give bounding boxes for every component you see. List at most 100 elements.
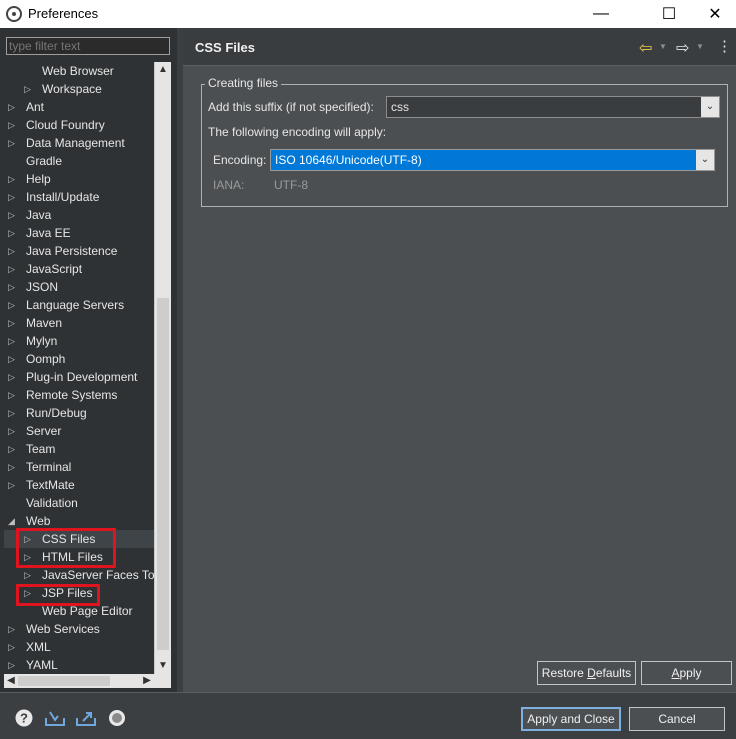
forward-dropdown-icon[interactable]: ▼ <box>696 42 704 51</box>
forward-arrow-icon[interactable]: ⇨ <box>676 38 689 58</box>
scroll-down-icon[interactable]: ▼ <box>155 658 171 674</box>
tree-item[interactable]: Gradle <box>4 152 154 170</box>
collapsed-chevron-icon[interactable]: ▷ <box>8 170 20 188</box>
close-button[interactable]: ✕ <box>692 0 736 28</box>
collapsed-chevron-icon[interactable]: ▷ <box>8 278 20 296</box>
tree-item[interactable]: ▷ Team <box>4 440 154 458</box>
tree-item[interactable]: ▷ Remote Systems <box>4 386 154 404</box>
tree-item[interactable]: ▷ Maven <box>4 314 154 332</box>
tree-item[interactable]: ▷ Help <box>4 170 154 188</box>
collapsed-chevron-icon[interactable]: ▷ <box>8 260 20 278</box>
tree-item-label: Plug-in Development <box>26 370 138 384</box>
restore-suffix: efaults <box>595 666 632 680</box>
collapsed-chevron-icon[interactable]: ▷ <box>8 386 20 404</box>
collapsed-chevron-icon[interactable]: ▷ <box>8 422 20 440</box>
collapsed-chevron-icon[interactable]: ▷ <box>8 638 20 656</box>
tree-item[interactable]: ▷ Run/Debug <box>4 404 154 422</box>
filter-input[interactable] <box>6 37 170 55</box>
tree-item[interactable]: ▷ Ant <box>4 98 154 116</box>
tree-item[interactable]: ▷ JavaScript <box>4 260 154 278</box>
help-icon[interactable]: ? <box>15 709 33 727</box>
back-dropdown-icon[interactable]: ▼ <box>659 42 667 51</box>
tree-item[interactable]: ▷ Java EE <box>4 224 154 242</box>
collapsed-chevron-icon[interactable]: ▷ <box>8 350 20 368</box>
back-arrow-icon[interactable]: ⇦ <box>639 38 652 58</box>
collapsed-chevron-icon[interactable]: ▷ <box>8 206 20 224</box>
collapsed-chevron-icon[interactable]: ▷ <box>8 620 20 638</box>
collapsed-chevron-icon[interactable]: ▷ <box>8 116 20 134</box>
tree-item-label: Oomph <box>26 352 66 366</box>
minimize-button[interactable]: — <box>578 0 624 28</box>
tree-item[interactable]: ▷ Java <box>4 206 154 224</box>
tree-item[interactable]: Web Browser <box>4 62 154 80</box>
tree-vertical-scrollbar[interactable]: ▲ ▼ <box>154 62 171 674</box>
suffix-value: css <box>391 100 409 114</box>
suffix-combo[interactable]: css ⌄ <box>386 96 720 118</box>
tree-item-label: Web Browser <box>42 64 114 78</box>
collapsed-chevron-icon[interactable]: ▷ <box>8 458 20 476</box>
tree-item[interactable]: ▷ Server <box>4 422 154 440</box>
apply-and-close-button[interactable]: Apply and Close <box>521 707 621 731</box>
tree-item[interactable]: Validation <box>4 494 154 512</box>
tree-item[interactable]: ▷ TextMate <box>4 476 154 494</box>
encoding-combo[interactable]: ISO 10646/Unicode(UTF-8) ⌄ <box>270 149 715 171</box>
scroll-thumb[interactable] <box>157 298 169 650</box>
iana-label: IANA: <box>213 178 245 192</box>
scroll-right-icon[interactable]: ▶ <box>140 674 154 688</box>
dialog-footer: ? Apply and Close Cancel <box>0 692 736 739</box>
tree-item[interactable]: ▷ Mylyn <box>4 332 154 350</box>
collapsed-chevron-icon[interactable]: ▷ <box>8 224 20 242</box>
tree-item[interactable]: ▷ Data Management <box>4 134 154 152</box>
view-menu-icon[interactable]: ⋮ <box>717 37 732 55</box>
tree-item-label: Team <box>26 442 56 456</box>
tree-item[interactable]: ▷ Language Servers <box>4 296 154 314</box>
group-label: Creating files <box>205 76 282 90</box>
collapsed-chevron-icon[interactable]: ▷ <box>8 296 20 314</box>
hscroll-thumb[interactable] <box>18 676 110 686</box>
page-title: CSS Files <box>195 40 255 55</box>
tree-item[interactable]: ▷ Plug-in Development <box>4 368 154 386</box>
collapsed-chevron-icon[interactable]: ▷ <box>24 566 36 584</box>
collapsed-chevron-icon[interactable]: ▷ <box>8 134 20 152</box>
tree-item[interactable]: ▷ XML <box>4 638 154 656</box>
collapsed-chevron-icon[interactable]: ▷ <box>8 188 20 206</box>
collapsed-chevron-icon[interactable]: ▷ <box>8 314 20 332</box>
collapsed-chevron-icon[interactable]: ▷ <box>24 80 36 98</box>
scroll-up-icon[interactable]: ▲ <box>155 62 171 78</box>
tree-item[interactable]: ▷ Java Persistence <box>4 242 154 260</box>
chevron-down-icon[interactable]: ⌄ <box>696 150 714 170</box>
tree-item[interactable]: ▷ YAML <box>4 656 154 674</box>
collapsed-chevron-icon[interactable]: ▷ <box>8 440 20 458</box>
tree-item[interactable]: ▷ JSON <box>4 278 154 296</box>
import-icon[interactable] <box>44 709 66 727</box>
tree-horizontal-scrollbar[interactable]: ◀ ▶ <box>4 674 154 688</box>
collapsed-chevron-icon[interactable]: ▷ <box>8 242 20 260</box>
svg-text:?: ? <box>20 711 28 726</box>
cancel-button[interactable]: Cancel <box>629 707 725 731</box>
tree-item-label: XML <box>26 640 51 654</box>
export-icon[interactable] <box>75 709 97 727</box>
tree-item[interactable]: ▷ Install/Update <box>4 188 154 206</box>
tree-item[interactable]: ▷ JavaServer Faces Tools <box>4 566 154 584</box>
restore-defaults-button[interactable]: Restore Defaults <box>537 661 636 685</box>
tree-item[interactable]: ▷ Oomph <box>4 350 154 368</box>
collapsed-chevron-icon[interactable]: ▷ <box>8 98 20 116</box>
tree-item[interactable]: ▷ Workspace <box>4 80 154 98</box>
tree-item[interactable]: ▷ Terminal <box>4 458 154 476</box>
collapsed-chevron-icon[interactable]: ▷ <box>8 476 20 494</box>
collapsed-chevron-icon[interactable]: ▷ <box>8 404 20 422</box>
collapsed-chevron-icon[interactable]: ▷ <box>8 656 20 674</box>
iana-value: UTF-8 <box>274 178 308 192</box>
preference-tree[interactable]: Web Browser ▷ Workspace ▷ Ant ▷ Cloud Foundry ▷… <box>4 62 154 674</box>
chevron-down-icon[interactable]: ⌄ <box>701 97 719 117</box>
maximize-button[interactable]: ☐ <box>646 0 692 28</box>
collapsed-chevron-icon[interactable]: ▷ <box>8 332 20 350</box>
tree-item[interactable]: ▷ Web Services <box>4 620 154 638</box>
tree-item[interactable]: ▷ Cloud Foundry <box>4 116 154 134</box>
apply-button[interactable]: Apply <box>641 661 732 685</box>
record-icon[interactable] <box>108 709 126 727</box>
scroll-left-icon[interactable]: ◀ <box>4 674 18 688</box>
scroll-corner <box>154 674 171 688</box>
collapsed-chevron-icon[interactable]: ▷ <box>8 368 20 386</box>
highlight-box-jsp <box>16 584 100 606</box>
